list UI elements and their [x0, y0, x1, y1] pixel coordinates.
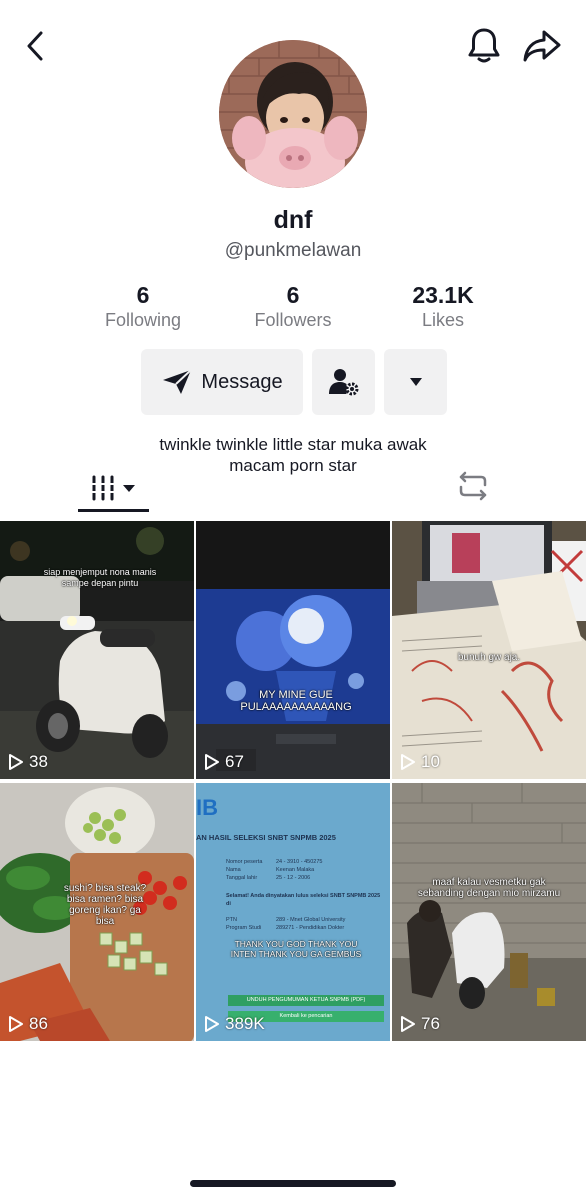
- likes-count: 23.1K: [412, 282, 474, 308]
- username: @punkmelawan: [224, 240, 362, 261]
- likes-label: Likes: [421, 310, 465, 330]
- view-count: 389K: [204, 1014, 265, 1034]
- more-options-button[interactable]: [384, 349, 447, 415]
- tab-reposts[interactable]: [451, 464, 495, 508]
- view-count-text: 76: [421, 1014, 440, 1033]
- message-button[interactable]: Message: [141, 349, 303, 415]
- person-gear-icon: [328, 369, 358, 396]
- following-label: Following: [104, 310, 182, 330]
- display-name: dnf: [273, 206, 313, 234]
- bio-line-1: twinkle twinkle little star muka awak: [159, 435, 427, 454]
- content-tabs: [0, 462, 586, 514]
- followers-label: Followers: [254, 310, 332, 330]
- view-count-text: 389K: [225, 1014, 265, 1033]
- follow-settings-button[interactable]: [312, 349, 375, 415]
- scooter-night-thumbnail: [0, 521, 194, 779]
- tab-active-indicator: [78, 509, 149, 512]
- anime-screen-thumbnail: [196, 521, 390, 779]
- back-button[interactable]: [16, 26, 56, 66]
- grid-columns-icon: [91, 475, 135, 501]
- play-icon: [205, 1016, 219, 1032]
- share-arrow-icon: [523, 30, 561, 62]
- video-thumbnail[interactable]: MY MINE GUE PULAAAAAAAAAANG 67: [196, 521, 390, 779]
- video-caption: sushi? bisa steak? bisa ramen? bisa gore…: [63, 883, 147, 927]
- profile-actions: Message: [0, 349, 586, 415]
- play-icon: [401, 1016, 415, 1032]
- video-caption: maaf kalau vesmetku gak sebanding dengan…: [417, 877, 561, 899]
- announcement-header: IB: [196, 795, 218, 820]
- video-thumbnail[interactable]: bunuh gw aja. 10: [392, 521, 586, 779]
- video-caption: siap menjemput nona manis sampe depan pi…: [43, 567, 157, 588]
- view-count-text: 86: [29, 1014, 48, 1033]
- study-notes-thumbnail: [392, 521, 586, 779]
- view-count: 76: [400, 1014, 440, 1034]
- video-thumbnail[interactable]: IB AN HASIL SELEKSI SNBT SNPMB 2025 Nomo…: [196, 783, 390, 1041]
- followers-count: 6: [286, 282, 300, 308]
- share-button[interactable]: [518, 24, 566, 68]
- avatar-photo: [219, 40, 367, 188]
- video-thumbnail[interactable]: maaf kalau vesmetku gak sebanding dengan…: [392, 783, 586, 1041]
- likes-stat[interactable]: 23.1K Likes: [368, 282, 518, 332]
- avatar[interactable]: [219, 40, 367, 188]
- following-stat[interactable]: 6 Following: [68, 282, 218, 332]
- play-icon: [9, 754, 23, 770]
- view-count: 38: [8, 752, 48, 772]
- video-grid: siap menjemput nona manis sampe depan pi…: [0, 521, 586, 1041]
- download-button: UNDUH PENGUMUMAN KETUA SNPMB (PDF): [228, 995, 384, 1006]
- play-icon: [205, 754, 219, 770]
- video-caption: bunuh gw aja.: [457, 652, 521, 663]
- following-count: 6: [136, 282, 150, 308]
- send-icon: [163, 369, 193, 394]
- view-count-text: 67: [225, 752, 244, 771]
- view-count-text: 10: [421, 752, 440, 771]
- view-count: 67: [204, 752, 244, 772]
- message-button-label: Message: [201, 370, 283, 393]
- video-thumbnail[interactable]: sushi? bisa steak? bisa ramen? bisa gore…: [0, 783, 194, 1041]
- caret-down-icon: [409, 378, 422, 386]
- chevron-left-icon: [27, 31, 43, 61]
- announcement-title: AN HASIL SELEKSI SNBT SNPMB 2025: [196, 833, 336, 842]
- view-count: 86: [8, 1014, 48, 1034]
- video-thumbnail[interactable]: siap menjemput nona manis sampe depan pi…: [0, 521, 194, 779]
- repost-icon: [459, 471, 487, 501]
- view-count: 10: [400, 752, 440, 772]
- view-count-text: 38: [29, 752, 48, 771]
- profile-stats: 6 Following 6 Followers 23.1K Likes: [0, 282, 586, 334]
- tab-videos[interactable]: [78, 462, 150, 514]
- notifications-button[interactable]: [462, 24, 506, 68]
- video-caption: THANK YOU GOD THANK YOU INTEN THANK YOU …: [230, 939, 362, 959]
- announcement-fields: Nomor peserta 24 - 3910 - 450275 Nama Keen…: [226, 859, 381, 931]
- video-caption: MY MINE GUE PULAAAAAAAAAANG: [240, 689, 352, 713]
- scooter-wash-thumbnail: [392, 783, 586, 1041]
- play-icon: [9, 1016, 23, 1032]
- home-indicator[interactable]: [190, 1180, 396, 1187]
- play-icon: [401, 754, 415, 770]
- followers-stat[interactable]: 6 Followers: [218, 282, 368, 332]
- bell-icon: [468, 28, 500, 63]
